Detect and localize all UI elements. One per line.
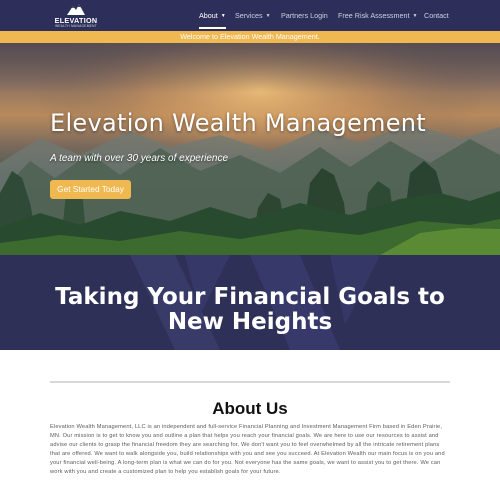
get-started-button[interactable]: Get Started Today [50, 180, 131, 199]
brand-logo[interactable]: ELEVATION WEALTH MANAGEMENT [52, 3, 100, 30]
band-title-line-1: Taking Your Financial Goals to [55, 284, 445, 310]
nav-item-label: Free Risk Assessment [338, 11, 410, 20]
nav-item-about[interactable]: About ▼ [199, 11, 226, 20]
mountain-peaks-icon [67, 4, 85, 15]
tagline-band: Taking Your Financial Goals to New Heigh… [0, 255, 500, 350]
nav-item-free-risk-assessment[interactable]: Free Risk Assessment ▼ [338, 11, 417, 20]
chevron-down-icon: ▼ [265, 13, 271, 19]
top-navigation: ELEVATION WEALTH MANAGEMENT About ▼ Servi… [0, 0, 500, 31]
band-title-line-2: New Heights [167, 309, 333, 335]
nav-item-label: Contact [424, 11, 449, 20]
hero-section: Elevation Wealth Management A team with … [0, 43, 500, 255]
about-title: About Us [212, 399, 288, 418]
nav-item-label: Services [235, 11, 263, 20]
active-nav-indicator [199, 27, 226, 29]
nav-item-partners-login[interactable]: Partners Login [281, 11, 328, 20]
mountain-landscape-image [0, 43, 500, 255]
nav-item-label: About [199, 11, 218, 20]
chevron-down-icon: ▼ [412, 13, 418, 19]
section-divider [50, 381, 450, 383]
hero-title: Elevation Wealth Management [50, 109, 427, 137]
brand-tagline: WEALTH MANAGEMENT [55, 24, 97, 28]
band-title: Taking Your Financial Goals to New Heigh… [0, 285, 500, 335]
chevron-down-icon: ▼ [220, 13, 226, 19]
welcome-banner: Welcome to Elevation Wealth Management. [0, 31, 500, 43]
hero-subtitle: A team with over 30 years of experience [50, 153, 229, 164]
nav-item-label: Partners Login [281, 11, 328, 20]
nav-item-services[interactable]: Services ▼ [235, 11, 271, 20]
nav-item-contact[interactable]: Contact [424, 11, 449, 20]
about-body: Elevation Wealth Management, LLC is an i… [50, 424, 445, 475]
